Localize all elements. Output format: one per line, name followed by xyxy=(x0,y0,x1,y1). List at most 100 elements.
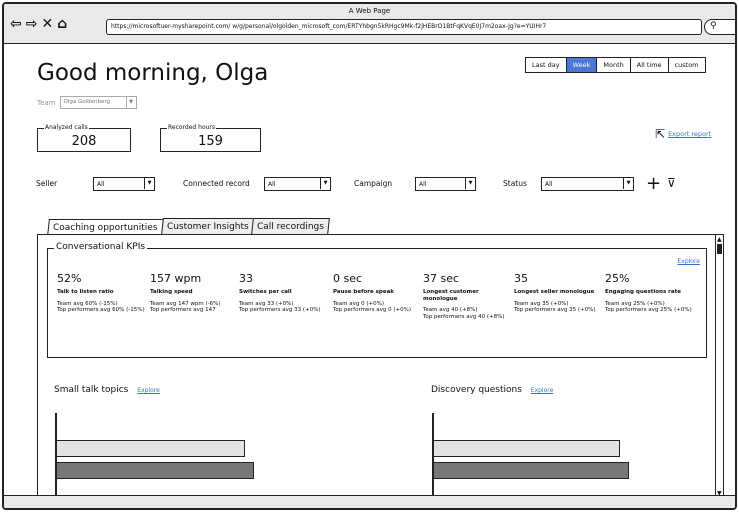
chevron-down-icon: ▼ xyxy=(144,178,154,189)
tab-label: Call recordings xyxy=(257,222,325,232)
kpi-engaging-questions-rate: 25% Engaging questions rate Team avg 25%… xyxy=(605,272,693,314)
chevron-down-icon: ▼ xyxy=(465,178,475,189)
kpi-value: 33 xyxy=(239,272,253,285)
export-report-label: Export report xyxy=(668,130,712,138)
discovery-explore-link[interactable]: Explore xyxy=(531,387,554,394)
campaign-dropdown-value: All xyxy=(419,181,427,188)
time-filter-custom[interactable]: custom xyxy=(667,57,706,73)
small-talk-title: Small talk topics xyxy=(54,385,129,395)
kpi-value: 0 sec xyxy=(333,272,363,285)
filter-bar: Seller All ▼ Connected record All ▼ Camp… xyxy=(36,173,726,195)
kpi-value: 25% xyxy=(605,272,630,285)
kpis-explore-link[interactable]: Explore xyxy=(677,258,700,265)
kpi-longest-customer-monologue: 37 sec Longest customer monologue Team a… xyxy=(423,272,511,320)
back-icon[interactable]: ⇦ xyxy=(10,17,22,31)
small-talk-bar-light xyxy=(56,440,245,457)
export-report-link[interactable]: ⇱ Export report xyxy=(655,127,711,141)
chevron-down-icon: ▼ xyxy=(320,178,330,189)
analyzed-calls-box: Analyzed calls 208 xyxy=(37,124,131,152)
team-dropdown-value: Olga Goldenberg xyxy=(63,99,111,105)
campaign-filter-label: Campaign xyxy=(354,179,393,188)
kpi-name: Switches per call xyxy=(239,289,292,295)
connected-record-dropdown-value: All xyxy=(268,181,276,188)
kpi-description: Team avg 40 (+8%) Top performers avg 40 … xyxy=(423,307,505,320)
kpi-value: 35 xyxy=(514,272,528,285)
analyzed-calls-value: 208 xyxy=(71,134,97,149)
discovery-title: Discovery questions xyxy=(431,385,522,395)
panel-scrollbar[interactable]: ▲ ▼ xyxy=(715,235,723,498)
tab-call-recordings[interactable]: Call recordings xyxy=(251,218,331,235)
time-filter-week[interactable]: Week xyxy=(565,57,597,73)
search-icon: ⚲ xyxy=(710,21,717,31)
filter-icon[interactable]: ⊽ xyxy=(667,176,676,190)
small-talk-explore-link[interactable]: Explore xyxy=(137,387,160,394)
discovery-bar-light xyxy=(433,440,620,457)
scroll-thumb[interactable] xyxy=(717,244,722,254)
title-bar: A Web Page ⇦ ⇨ ✕ ⌂ https://microsoftuer-… xyxy=(4,4,735,44)
kpi-name: Talking speed xyxy=(150,289,193,295)
url-bar[interactable]: https://microsoftuer-mysharepoint.com/ w… xyxy=(106,19,702,35)
time-range-selector: Last day Week Month All time custom xyxy=(525,57,706,73)
kpi-talk-to-listen: 52% Talk to listen ratio Team avg 60% (-… xyxy=(57,272,145,314)
time-filter-last-day[interactable]: Last day xyxy=(525,57,566,73)
add-filter-icon[interactable]: + xyxy=(646,173,661,194)
kpi-name: Talk to listen ratio xyxy=(57,289,114,295)
close-icon[interactable]: ✕ xyxy=(41,17,53,31)
kpi-value: 52% xyxy=(57,272,82,285)
conversational-kpis-section: Conversational KPIs Explore 52% Talk to … xyxy=(47,242,707,358)
kpi-description: Team avg 60% (-15%) Top performers avg 6… xyxy=(57,300,145,314)
forward-icon[interactable]: ⇨ xyxy=(26,17,38,31)
tab-bar: Coaching opportunities Customer Insights… xyxy=(47,218,331,236)
chevron-down-icon: ▼ xyxy=(623,178,633,189)
seller-dropdown[interactable]: All ▼ xyxy=(93,177,155,191)
status-bar xyxy=(4,495,735,508)
kpi-name: Longest seller monologue xyxy=(514,289,595,295)
kpi-description: Team avg 35 (+0%) Top performers avg 35 … xyxy=(514,300,596,314)
tab-label: Customer Insights xyxy=(166,222,249,232)
kpi-name: Engaging questions rate xyxy=(605,289,681,295)
analyzed-calls-label: Analyzed calls xyxy=(44,124,89,131)
browser-search[interactable]: ⚲ xyxy=(704,19,735,35)
team-selector-row: Team Olga Goldenberg ▼ xyxy=(37,96,137,109)
campaign-dropdown[interactable]: All ▼ xyxy=(415,177,476,191)
kpis-section-title: Conversational KPIs xyxy=(54,242,148,252)
status-dropdown[interactable]: All ▼ xyxy=(541,177,634,191)
kpi-name: Pause before speak xyxy=(333,289,394,295)
chevron-down-icon: ▼ xyxy=(125,97,136,108)
kpi-name: Longest customer monologue xyxy=(423,289,479,302)
tab-label: Coaching opportunities xyxy=(52,223,158,233)
export-icon: ⇱ xyxy=(655,127,666,141)
kpi-value: 37 sec xyxy=(423,272,460,285)
status-dropdown-value: All xyxy=(545,181,553,188)
kpi-longest-seller-monologue: 35 Longest seller monologue Team avg 35 … xyxy=(514,272,602,314)
seller-filter-label: Seller xyxy=(36,179,58,188)
scroll-up-icon[interactable]: ▲ xyxy=(717,237,722,243)
kpi-pause-before-speak: 0 sec Pause before speak Team avg 0 (+0%… xyxy=(333,272,421,314)
small-talk-chart-title: Small talk topics Explore xyxy=(54,385,160,395)
time-filter-all-time[interactable]: All time xyxy=(629,57,668,73)
kpi-value: 157 wpm xyxy=(150,272,202,285)
browser-window: A Web Page ⇦ ⇨ ✕ ⌂ https://microsoftuer-… xyxy=(2,2,737,510)
team-dropdown[interactable]: Olga Goldenberg ▼ xyxy=(59,96,137,109)
kpi-description: Team avg 147 wpm (-6%) Top performers av… xyxy=(150,300,221,314)
connected-record-filter-label: Connected record xyxy=(183,179,250,188)
small-talk-bar-dark xyxy=(56,462,254,479)
page-title: Good morning, Olga xyxy=(37,60,269,86)
status-filter-label: Status xyxy=(503,179,527,188)
team-label: Team xyxy=(37,98,56,107)
main-content: Good morning, Olga Last day Week Month A… xyxy=(4,45,735,499)
connected-record-dropdown[interactable]: All ▼ xyxy=(264,177,331,191)
seller-dropdown-value: All xyxy=(97,181,105,188)
home-icon[interactable]: ⌂ xyxy=(57,17,67,31)
recorded-hours-box: Recorded hours 159 xyxy=(160,124,261,152)
discovery-chart-title: Discovery questions Explore xyxy=(431,385,553,395)
time-filter-month[interactable]: Month xyxy=(596,57,630,73)
recorded-hours-value: 159 xyxy=(198,134,223,149)
tab-customer-insights[interactable]: Customer Insights xyxy=(160,218,255,235)
kpi-description: Team avg 0 (+0%) Top performers avg 0 (+… xyxy=(333,300,411,314)
kpi-talking-speed: 157 wpm Talking speed Team avg 147 wpm (… xyxy=(150,272,238,314)
browser-nav: ⇦ ⇨ ✕ ⌂ xyxy=(10,17,67,31)
coaching-panel: Conversational KPIs Explore 52% Talk to … xyxy=(37,234,724,499)
kpi-description: Team avg 25% (+0%) Top performers avg 25… xyxy=(605,300,692,314)
kpi-switches-per-call: 33 Switches per call Team avg 33 (+0%) T… xyxy=(239,272,327,314)
